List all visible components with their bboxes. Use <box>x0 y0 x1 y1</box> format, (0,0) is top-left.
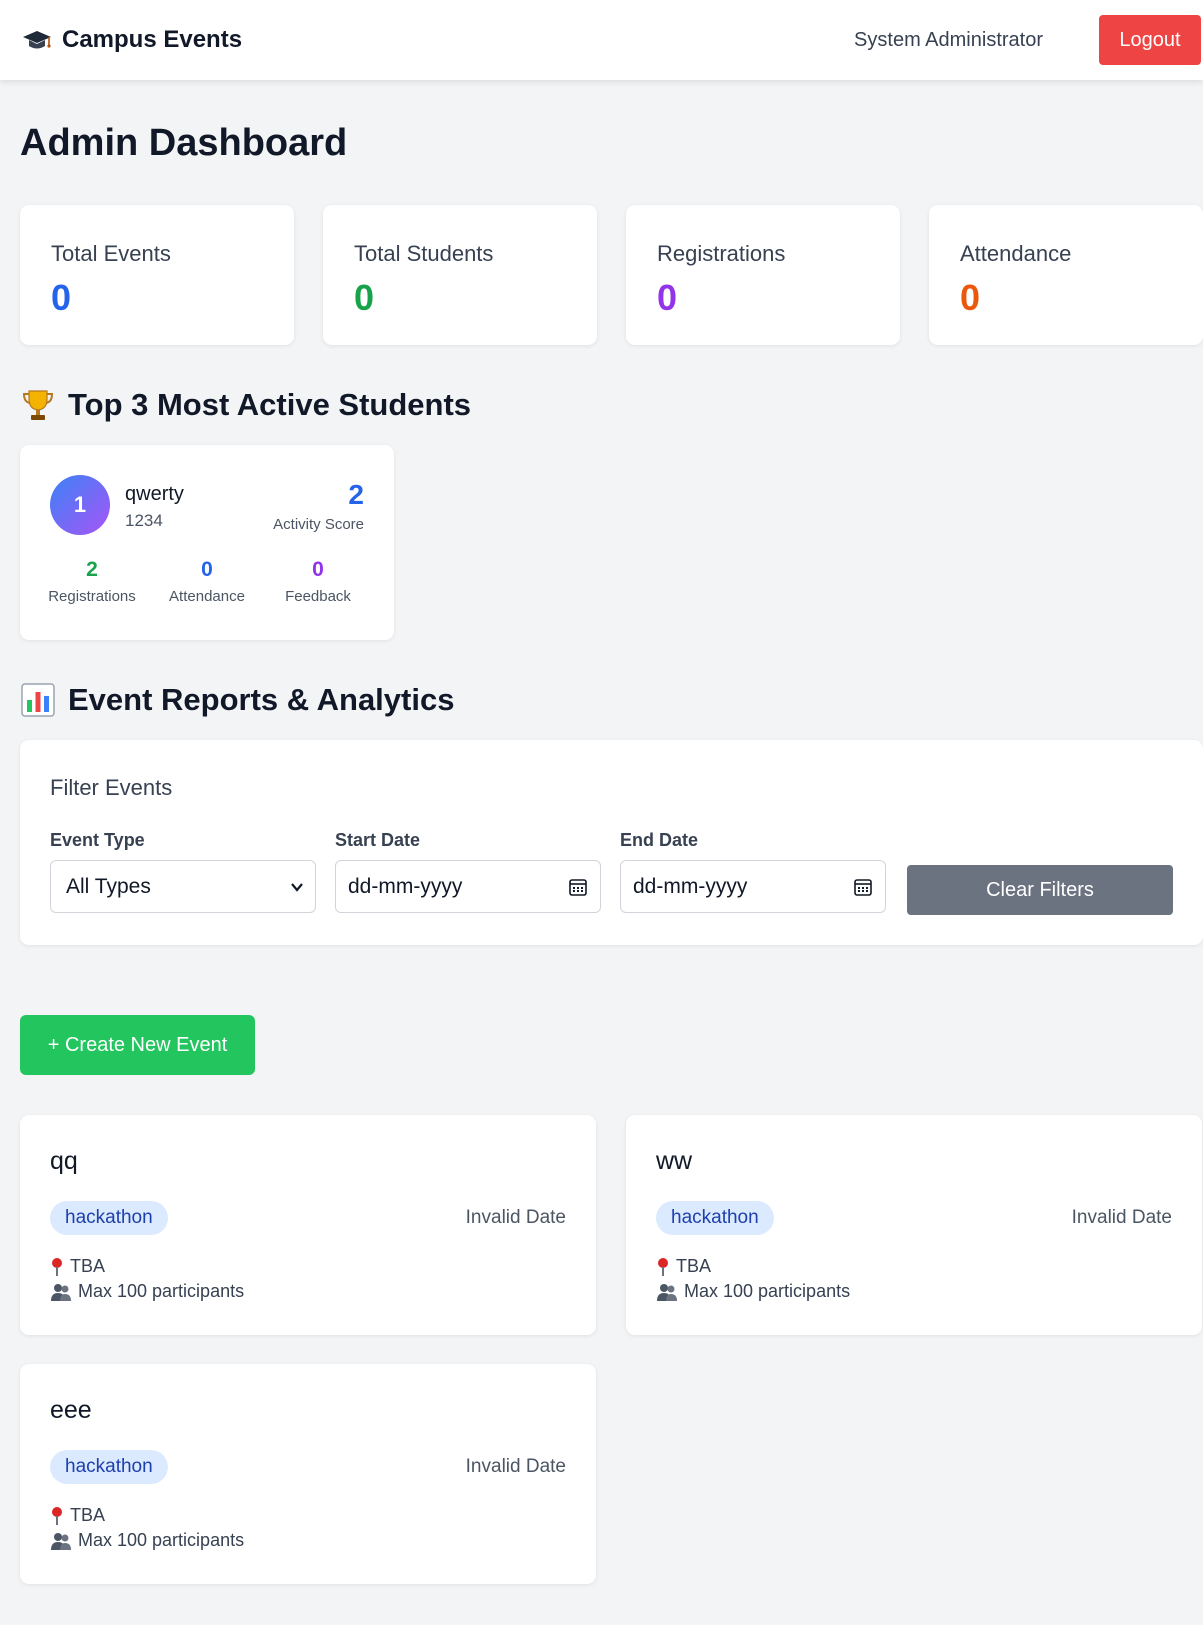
activity-score-value: 2 <box>348 479 364 510</box>
end-date-placeholder: dd-mm-yyyy <box>633 874 748 898</box>
event-card[interactable]: eee hackathon Invalid Date TBA Max 100 p… <box>20 1364 596 1584</box>
reports-heading: Event Reports & Analytics <box>20 682 454 718</box>
event-capacity: Max 100 participants <box>50 1281 244 1302</box>
event-capacity-text: Max 100 participants <box>684 1281 851 1301</box>
stat-card-attendance: Attendance 0 <box>929 205 1203 345</box>
metric-label: Registrations <box>48 588 136 605</box>
brand-name: Campus Events <box>62 26 243 53</box>
people-icon <box>51 1283 71 1301</box>
chevron-down-icon <box>291 883 303 892</box>
event-capacity-text: Max 100 participants <box>78 1530 245 1550</box>
stat-label: Total Events <box>51 241 171 266</box>
activity-score-label: Activity Score <box>273 516 364 533</box>
metric-feedback: 0 Feedback <box>263 558 373 605</box>
event-type-badge: hackathon <box>50 1450 168 1484</box>
event-date: Invalid Date <box>465 1207 566 1228</box>
stat-value: 0 <box>960 277 981 318</box>
metric-label: Feedback <box>285 588 351 605</box>
calendar-icon[interactable] <box>853 877 873 897</box>
stat-label: Attendance <box>960 241 1072 266</box>
event-capacity: Max 100 participants <box>50 1530 244 1551</box>
clear-filters-button[interactable]: Clear Filters <box>907 865 1173 915</box>
bar-chart-icon <box>21 683 55 717</box>
people-icon <box>51 1532 71 1550</box>
page-title: Admin Dashboard <box>20 122 348 164</box>
event-type-label: Event Type <box>50 830 145 850</box>
event-type-select[interactable]: All Types <box>50 860 316 913</box>
stat-value: 0 <box>657 277 678 318</box>
graduation-cap-icon <box>23 31 51 49</box>
end-date-input[interactable]: dd-mm-yyyy <box>620 860 886 913</box>
pin-icon <box>52 1257 62 1276</box>
trophy-icon <box>22 390 54 420</box>
top-students-heading: Top 3 Most Active Students <box>20 387 471 423</box>
event-location-text: TBA <box>676 1256 712 1276</box>
event-capacity-text: Max 100 participants <box>78 1281 245 1301</box>
student-card: 1 qwerty 1234 2 Activity Score 2 Registr… <box>20 445 394 640</box>
logout-button[interactable]: Logout <box>1099 15 1201 65</box>
event-title: eee <box>50 1396 92 1424</box>
filter-panel: Filter Events Event Type All Types Start… <box>20 740 1203 945</box>
section-title-text: Top 3 Most Active Students <box>68 387 472 422</box>
stat-value: 0 <box>354 277 375 318</box>
stat-label: Registrations <box>657 241 786 266</box>
event-type-value: All Types <box>66 874 151 898</box>
rank-badge: 1 <box>50 475 110 535</box>
metric-attendance: 0 Attendance <box>152 558 262 605</box>
event-location: TBA <box>50 1505 105 1526</box>
metric-value: 2 <box>86 558 98 581</box>
event-capacity: Max 100 participants <box>656 1281 850 1302</box>
stat-card-total-events: Total Events 0 <box>20 205 294 345</box>
start-date-placeholder: dd-mm-yyyy <box>348 874 463 898</box>
metric-label: Attendance <box>169 588 245 605</box>
event-title: ww <box>656 1147 693 1175</box>
calendar-icon[interactable] <box>568 877 588 897</box>
pin-icon <box>52 1506 62 1525</box>
event-card[interactable]: ww hackathon Invalid Date TBA Max 100 pa… <box>626 1115 1202 1335</box>
event-card[interactable]: qq hackathon Invalid Date TBA Max 100 pa… <box>20 1115 596 1335</box>
event-date: Invalid Date <box>465 1456 566 1477</box>
student-name: qwerty <box>125 483 184 505</box>
event-location: TBA <box>656 1256 711 1277</box>
event-location: TBA <box>50 1256 105 1277</box>
create-event-button[interactable]: + Create New Event <box>20 1015 255 1075</box>
event-date: Invalid Date <box>1071 1207 1172 1228</box>
event-title: qq <box>50 1147 78 1175</box>
event-location-text: TBA <box>70 1505 106 1525</box>
metric-value: 0 <box>312 558 324 581</box>
end-date-label: End Date <box>620 830 699 850</box>
people-icon <box>657 1283 677 1301</box>
top-navbar: Campus Events System Administrator Logou… <box>0 0 1203 80</box>
section-title-text: Event Reports & Analytics <box>68 682 455 717</box>
metric-value: 0 <box>201 558 213 581</box>
brand[interactable]: Campus Events <box>22 26 242 54</box>
stat-value: 0 <box>51 277 72 318</box>
student-id: 1234 <box>125 511 163 530</box>
current-user: System Administrator <box>854 29 1043 51</box>
start-date-input[interactable]: dd-mm-yyyy <box>335 860 601 913</box>
stat-card-registrations: Registrations 0 <box>626 205 900 345</box>
stat-card-total-students: Total Students 0 <box>323 205 597 345</box>
event-type-badge: hackathon <box>656 1201 774 1235</box>
event-type-badge: hackathon <box>50 1201 168 1235</box>
stat-label: Total Students <box>354 241 494 266</box>
event-location-text: TBA <box>70 1256 106 1276</box>
start-date-label: Start Date <box>335 830 421 850</box>
filter-title: Filter Events <box>50 775 173 800</box>
pin-icon <box>658 1257 668 1276</box>
metric-registrations: 2 Registrations <box>37 558 147 605</box>
